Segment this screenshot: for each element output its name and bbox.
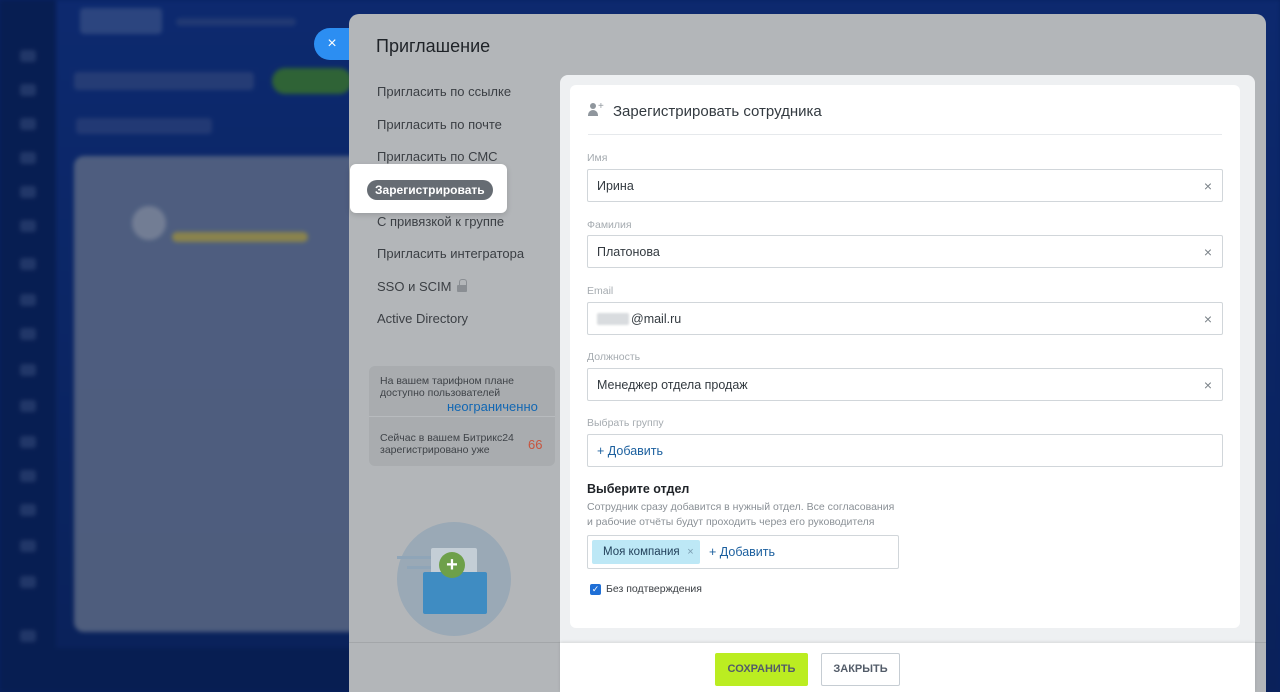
illustration-motion-line bbox=[397, 556, 433, 559]
illustration-motion-line bbox=[407, 566, 433, 569]
position-field[interactable]: Менеджер отдела продаж × bbox=[587, 368, 1223, 401]
no-confirm-row: ✓ Без подтверждения bbox=[590, 582, 702, 596]
group-label: Выбрать группу bbox=[587, 417, 664, 429]
add-department-link[interactable]: + Добавить bbox=[709, 545, 775, 559]
menu-item-invite-email[interactable]: Пригласить по почте bbox=[377, 117, 567, 150]
envelope-icon bbox=[423, 572, 487, 614]
panel-title: Приглашение bbox=[376, 36, 491, 56]
first-name-value: Ирина bbox=[597, 179, 634, 193]
tariff-value: неограниченно bbox=[447, 399, 538, 414]
last-name-value: Платонова bbox=[597, 245, 660, 259]
menu-item-sso-scim-label: SSO и SCIM bbox=[377, 278, 452, 294]
menu-item-invite-integrator[interactable]: Пригласить интегратора bbox=[377, 246, 567, 279]
form-actions: СОХРАНИТЬ ЗАКРЫТЬ bbox=[560, 643, 1255, 692]
close-button[interactable]: ЗАКРЫТЬ bbox=[821, 653, 900, 686]
no-confirm-checkbox[interactable]: ✓ bbox=[590, 583, 601, 595]
email-field[interactable]: @mail.ru × bbox=[587, 302, 1223, 335]
registered-line-1: Сейчас в вашем Битрикс24 bbox=[380, 432, 514, 444]
tariff-line-1: На вашем тарифном плане bbox=[380, 375, 514, 387]
form-header: + Зарегистрировать сотрудника bbox=[588, 85, 1222, 135]
position-value: Менеджер отдела продаж bbox=[597, 378, 748, 392]
email-value-wrap: @mail.ru bbox=[597, 312, 681, 326]
department-tag: Моя компания × bbox=[592, 540, 700, 564]
invite-illustration: + bbox=[397, 522, 511, 636]
plus-icon: + bbox=[439, 552, 465, 578]
menu-item-with-group[interactable]: С привязкой к группе bbox=[377, 214, 567, 247]
clear-icon[interactable]: × bbox=[1204, 377, 1212, 393]
menu-item-register[interactable]: Зарегистрировать bbox=[350, 164, 507, 213]
registered-count: 66 bbox=[528, 437, 543, 452]
menu-item-invite-link[interactable]: Пригласить по ссылке bbox=[377, 84, 567, 117]
save-button[interactable]: СОХРАНИТЬ bbox=[715, 653, 808, 686]
clear-icon[interactable]: × bbox=[1204, 244, 1212, 260]
tariff-info-box: На вашем тарифном плане доступно пользов… bbox=[369, 366, 555, 466]
position-label: Должность bbox=[587, 351, 641, 363]
department-selector[interactable]: Моя компания × + Добавить bbox=[587, 535, 899, 569]
menu-item-register-label: Зарегистрировать bbox=[367, 180, 493, 200]
clear-icon[interactable]: × bbox=[1204, 178, 1212, 194]
menu-item-sso-scim[interactable]: SSO и SCIM bbox=[377, 278, 567, 312]
close-slider-button[interactable]: × bbox=[314, 28, 350, 60]
add-group-link[interactable]: + Добавить bbox=[597, 444, 663, 458]
menu-item-active-directory[interactable]: Active Directory bbox=[377, 311, 567, 344]
info-divider bbox=[369, 416, 555, 417]
tariff-line-2: доступно пользователей bbox=[380, 387, 501, 399]
registered-line-2: зарегистрировано уже bbox=[380, 444, 490, 456]
department-tag-label: Моя компания bbox=[603, 546, 680, 558]
form-title: Зарегистрировать сотрудника bbox=[613, 103, 822, 120]
department-desc-line-1: Сотрудник сразу добавится в нужный отдел… bbox=[587, 501, 895, 513]
lock-icon bbox=[457, 278, 468, 292]
first-name-label: Имя bbox=[587, 152, 608, 164]
close-icon: × bbox=[327, 35, 337, 52]
first-name-field[interactable]: Ирина × bbox=[587, 169, 1223, 202]
user-add-icon: + bbox=[588, 102, 604, 117]
department-title: Выберите отдел bbox=[587, 482, 690, 496]
register-form: + Зарегистрировать сотрудника Имя Ирина … bbox=[570, 85, 1240, 628]
department-description: Сотрудник сразу добавится в нужный отдел… bbox=[587, 500, 907, 530]
email-value: @mail.ru bbox=[631, 312, 682, 326]
no-confirm-label: Без подтверждения bbox=[606, 583, 702, 595]
department-desc-line-2: и рабочие отчёты будут проходить через е… bbox=[587, 516, 875, 528]
email-redacted bbox=[597, 313, 629, 325]
invite-menu: Пригласить по ссылке Пригласить по почте… bbox=[377, 84, 567, 344]
last-name-field[interactable]: Платонова × bbox=[587, 235, 1223, 268]
group-selector[interactable]: + Добавить bbox=[587, 434, 1223, 467]
remove-tag-icon[interactable]: × bbox=[687, 540, 693, 564]
clear-icon[interactable]: × bbox=[1204, 311, 1212, 327]
last-name-label: Фамилия bbox=[587, 219, 632, 231]
email-label: Email bbox=[587, 285, 614, 297]
